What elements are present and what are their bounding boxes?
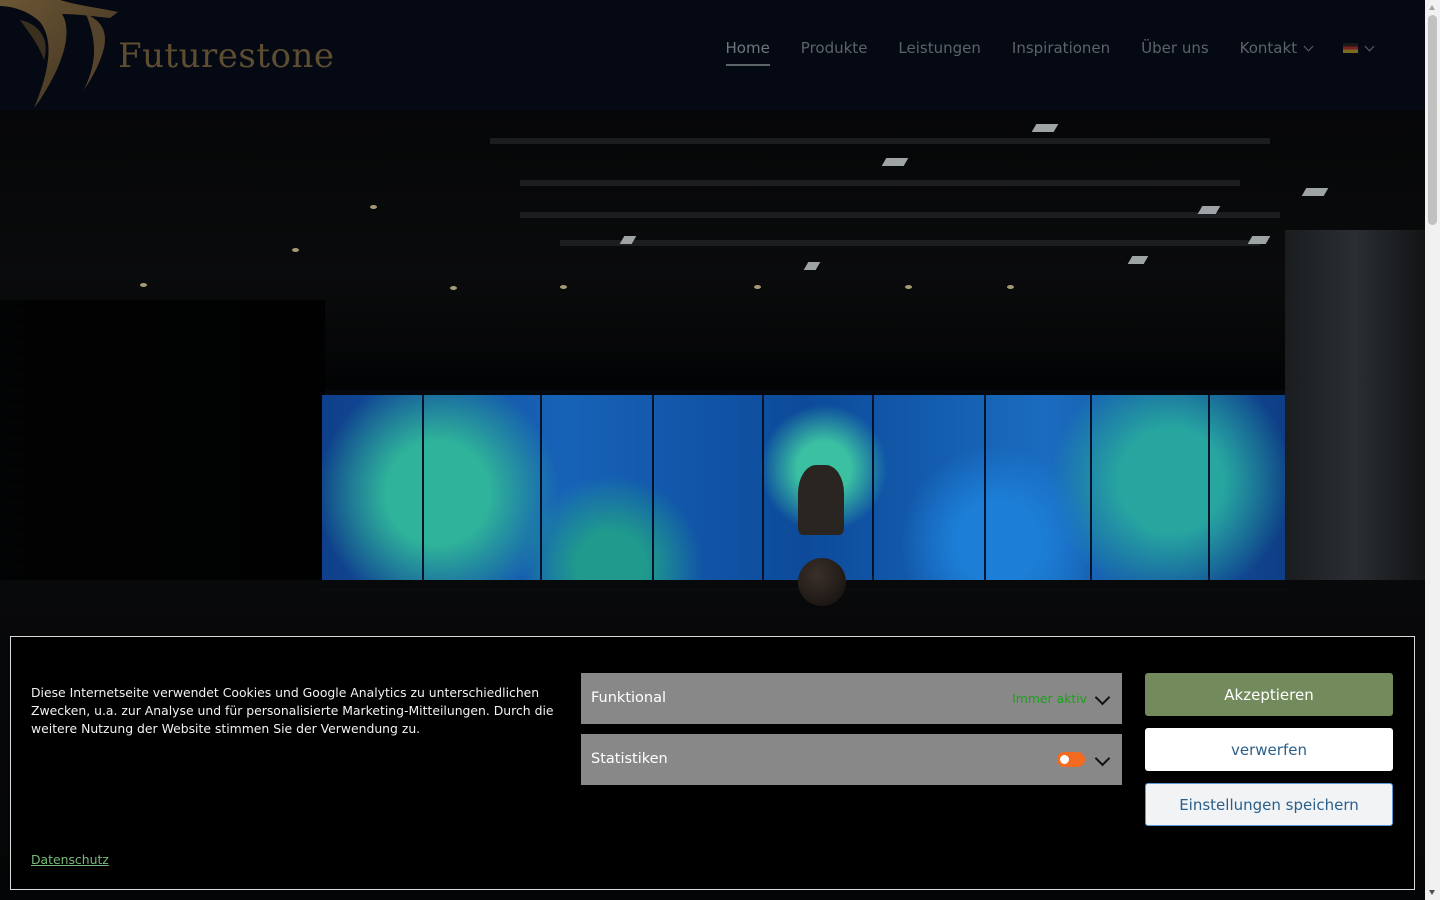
nav-item-inspirationen[interactable]: Inspirationen <box>1012 30 1110 66</box>
spot-light <box>292 248 299 252</box>
scroll-thumb[interactable] <box>1428 15 1437 225</box>
nav-item-home[interactable]: Home <box>725 30 771 66</box>
nav-item-kontakt[interactable]: Kontakt <box>1239 30 1314 66</box>
nav-item-label: Home <box>725 39 770 57</box>
chevron-down-icon <box>1364 41 1375 51</box>
nav-item-produkte[interactable]: Produkte <box>801 30 868 66</box>
nav-item-label: Produkte <box>800 39 868 57</box>
logo-wing-icon <box>0 0 118 108</box>
spot-light <box>370 205 377 209</box>
scroll-down-button[interactable] <box>1425 885 1440 900</box>
ceiling-strip <box>520 212 1280 218</box>
chevron-down-icon[interactable] <box>1094 750 1111 767</box>
toggle-knob <box>1060 755 1069 764</box>
logo-text: Futurestone <box>118 36 335 76</box>
spot-light <box>560 285 567 289</box>
arrow-up-icon <box>1429 5 1435 10</box>
scroll-up-button[interactable] <box>1425 0 1440 15</box>
privacy-link[interactable]: Datenschutz <box>31 852 109 867</box>
chevron-down-icon[interactable] <box>1094 689 1111 706</box>
logo[interactable]: Futurestone <box>0 0 334 110</box>
page-scrollbar[interactable] <box>1425 0 1440 900</box>
category-label: Funktional <box>591 690 667 706</box>
main-nav: Home Produkte Leistungen Inspirationen Ü… <box>710 30 1389 66</box>
nav-item-label: Leistungen <box>898 39 981 57</box>
arrow-down-icon <box>1429 890 1435 895</box>
ceiling-strip <box>490 138 1270 144</box>
ceiling-strip <box>520 180 1240 186</box>
ceiling-light <box>1301 188 1329 196</box>
chevron-down-icon <box>1303 41 1314 51</box>
nav-item-leistungen[interactable]: Leistungen <box>898 30 980 66</box>
spot-light <box>905 285 912 289</box>
spot-light <box>450 286 457 290</box>
nav-item-label: Inspirationen <box>1011 39 1111 57</box>
cookie-banner: Diese Internetseite verwendet Cookies un… <box>10 636 1415 890</box>
nav-item-label: Über uns <box>1141 39 1209 57</box>
deny-button[interactable]: verwerfen <box>1145 728 1393 771</box>
language-switcher[interactable] <box>1343 30 1375 66</box>
ceiling-light <box>1031 124 1059 132</box>
cookie-message: Diese Internetseite verwendet Cookies un… <box>31 685 554 736</box>
category-label: Statistiken <box>591 751 668 767</box>
spot-light <box>754 285 761 289</box>
spot-light <box>1007 285 1014 289</box>
statistics-toggle[interactable] <box>1057 752 1085 767</box>
nav-item-ueber-uns[interactable]: Über uns <box>1141 30 1209 66</box>
ceiling-strip <box>560 240 1260 246</box>
spot-light <box>140 283 147 287</box>
category-functional[interactable]: Funktional Immer aktiv <box>581 673 1122 724</box>
category-statistics[interactable]: Statistiken <box>581 734 1122 785</box>
wood-wall <box>1285 230 1425 640</box>
accept-button[interactable]: Akzeptieren <box>1145 673 1393 716</box>
save-settings-button[interactable]: Einstellungen speichern <box>1145 783 1393 826</box>
sculpture <box>798 465 844 535</box>
ceiling-light <box>881 158 909 166</box>
german-flag-icon <box>1343 43 1359 53</box>
nav-item-label: Kontakt <box>1239 39 1298 57</box>
site-header: Futurestone Home Produkte Leistungen Ins… <box>0 0 1425 110</box>
sphere-sculpture <box>798 558 846 606</box>
always-active-label: Immer aktiv <box>1012 691 1087 706</box>
